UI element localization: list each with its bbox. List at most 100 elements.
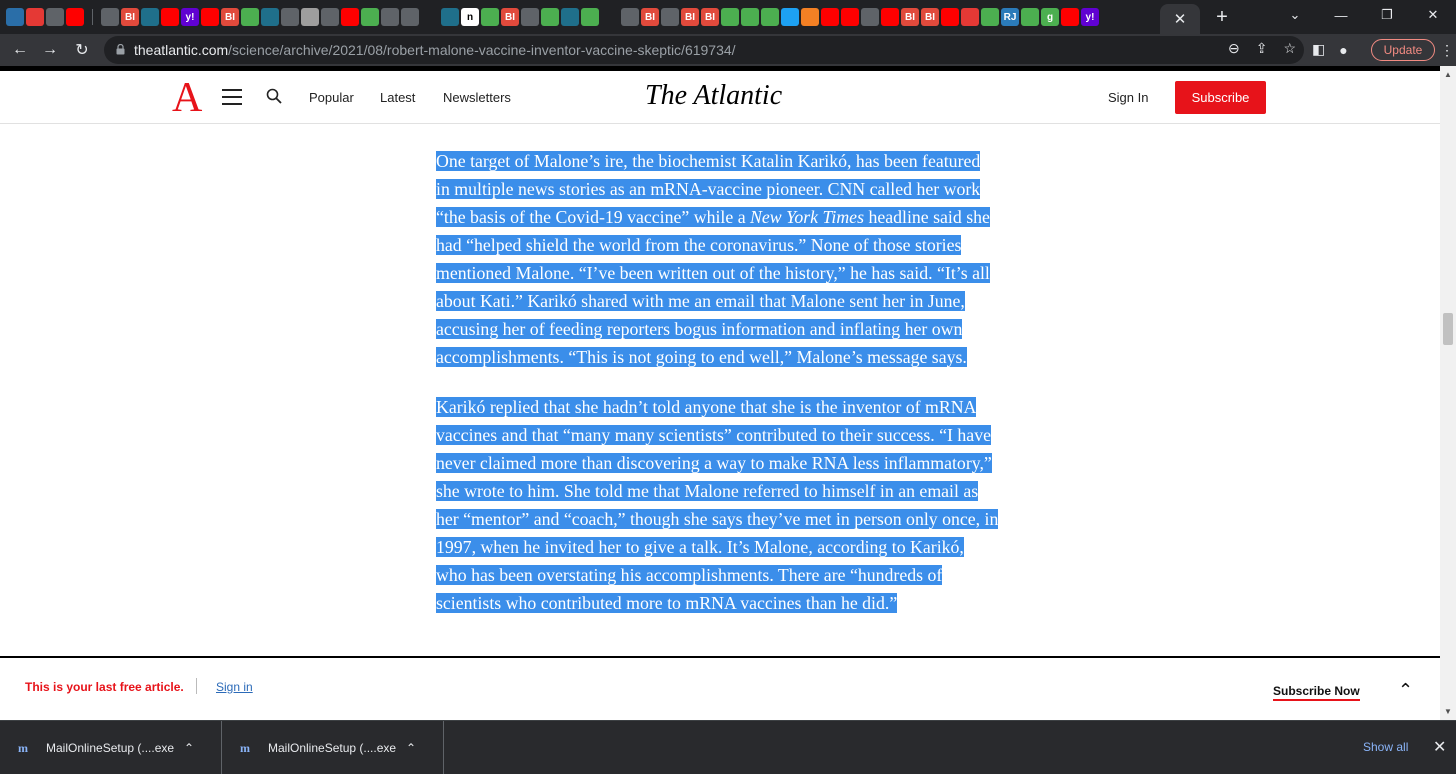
scroll-up-icon[interactable]: ▲ — [1444, 70, 1452, 79]
forward-button[interactable]: → — [38, 38, 62, 62]
reload-button[interactable]: ↻ — [70, 38, 94, 62]
youtube-icon[interactable] — [941, 8, 959, 26]
grid-icon[interactable] — [301, 8, 319, 26]
download-item[interactable]: m MailOnlineSetup (....exe ⌃ — [222, 721, 444, 774]
arrow-icon[interactable] — [561, 8, 579, 26]
youtube-icon[interactable] — [341, 8, 359, 26]
site-brand[interactable]: The Atlantic — [645, 80, 782, 112]
bi-icon[interactable]: BI — [501, 8, 519, 26]
mic-icon[interactable] — [961, 8, 979, 26]
back-button[interactable]: ← — [8, 38, 32, 62]
atlantic-logo[interactable]: A — [172, 77, 202, 119]
nav-newsletters[interactable]: Newsletters — [443, 90, 511, 105]
globe-icon[interactable] — [861, 8, 879, 26]
mailonline-file-icon: m — [240, 741, 250, 755]
show-all-downloads-link[interactable]: Show all — [1363, 740, 1408, 754]
subscribe-now-link[interactable]: Subscribe Now — [1273, 684, 1360, 701]
play-icon[interactable] — [721, 8, 739, 26]
youtube-icon[interactable] — [66, 8, 84, 26]
globe-icon[interactable] — [101, 8, 119, 26]
selected-text: accomplishments. “This is not going to e… — [436, 347, 967, 367]
page-scrollbar[interactable]: ▲ ▼ — [1440, 66, 1456, 720]
flower-icon[interactable] — [26, 8, 44, 26]
update-button[interactable]: Update — [1371, 39, 1435, 61]
address-bar[interactable]: theatlantic.com/science/archive/2021/08/… — [104, 36, 1304, 64]
globe-icon[interactable] — [441, 8, 459, 26]
play-icon[interactable] — [361, 8, 379, 26]
bi-icon[interactable]: BI — [921, 8, 939, 26]
scroll-thumb[interactable] — [1443, 313, 1453, 345]
bleacher-icon[interactable] — [6, 8, 24, 26]
bookmark-star-icon[interactable]: ☆ — [1283, 40, 1296, 57]
youtube-icon[interactable] — [201, 8, 219, 26]
g-icon[interactable]: g — [1041, 8, 1059, 26]
rj-icon[interactable]: RJ — [1001, 8, 1019, 26]
arrow-icon[interactable] — [281, 8, 299, 26]
close-downloads-icon[interactable]: ✕ — [1433, 737, 1446, 757]
search-icon[interactable] — [266, 88, 282, 104]
arrow-icon[interactable] — [401, 8, 419, 26]
scroll-down-icon[interactable]: ▼ — [1444, 707, 1452, 716]
play-icon[interactable] — [981, 8, 999, 26]
menu-kebab-icon[interactable]: ⋮ — [1440, 42, 1454, 59]
globe-icon[interactable] — [46, 8, 64, 26]
youtube-icon[interactable] — [1061, 8, 1079, 26]
bi-icon[interactable]: BI — [641, 8, 659, 26]
new-tab-button[interactable]: + — [1210, 6, 1234, 28]
globe-icon[interactable] — [141, 8, 159, 26]
text-line: One target of Malone’s ire, the biochemi… — [436, 147, 1036, 175]
youtube-icon[interactable] — [881, 8, 899, 26]
search-icon[interactable] — [421, 8, 439, 26]
active-tab[interactable]: ✕ — [1160, 4, 1200, 34]
download-item[interactable]: m MailOnlineSetup (....exe ⌃ — [0, 721, 222, 774]
bi-icon[interactable]: BI — [221, 8, 239, 26]
chevron-up-icon[interactable]: ⌃ — [406, 741, 416, 755]
bi-icon[interactable]: BI — [701, 8, 719, 26]
tab-search-icon[interactable]: ⌄ — [1272, 0, 1318, 30]
restore-button[interactable]: ❐ — [1364, 0, 1410, 30]
selected-text: One target of Malone’s ire, the biochemi… — [436, 151, 981, 171]
chevron-up-icon[interactable]: ⌃ — [1398, 680, 1413, 701]
twitter-icon[interactable] — [781, 8, 799, 26]
stack-icon[interactable] — [801, 8, 819, 26]
subscribe-button[interactable]: Subscribe — [1175, 81, 1266, 114]
sign-in-link[interactable]: Sign In — [1108, 90, 1148, 105]
bi-icon[interactable]: BI — [121, 8, 139, 26]
globe-icon[interactable] — [381, 8, 399, 26]
zoom-icon[interactable]: ⊖ — [1228, 40, 1240, 57]
chevron-up-icon[interactable]: ⌃ — [184, 741, 194, 755]
play-icon[interactable] — [541, 8, 559, 26]
play-icon[interactable] — [761, 8, 779, 26]
play-icon[interactable] — [481, 8, 499, 26]
paywall-sign-in-link[interactable]: Sign in — [216, 680, 253, 694]
play-icon[interactable] — [241, 8, 259, 26]
globe-icon[interactable] — [521, 8, 539, 26]
yahoo-icon[interactable]: y! — [1081, 8, 1099, 26]
close-tab-icon[interactable]: ✕ — [1174, 10, 1187, 28]
globe-icon[interactable] — [321, 8, 339, 26]
minimize-button[interactable]: — — [1318, 0, 1364, 30]
youtube-icon[interactable] — [841, 8, 859, 26]
play-icon[interactable] — [741, 8, 759, 26]
nav-popular[interactable]: Popular — [309, 90, 354, 105]
bi-icon[interactable]: BI — [901, 8, 919, 26]
yahoo-icon[interactable]: y! — [181, 8, 199, 26]
menu-icon[interactable] — [222, 89, 242, 105]
profile-icon[interactable]: ● — [1339, 42, 1347, 58]
bi-icon[interactable]: BI — [681, 8, 699, 26]
youtube-icon[interactable] — [161, 8, 179, 26]
selected-text: 1997, when he invited her to give a talk… — [436, 537, 964, 557]
n-icon[interactable]: n — [461, 8, 479, 26]
nav-latest[interactable]: Latest — [380, 90, 415, 105]
arrow-icon[interactable] — [621, 8, 639, 26]
play-icon[interactable] — [1021, 8, 1039, 26]
side-panel-icon[interactable]: ◧ — [1312, 41, 1325, 58]
close-window-button[interactable]: ✕ — [1410, 0, 1456, 30]
globe-icon[interactable] — [261, 8, 279, 26]
play-icon[interactable] — [581, 8, 599, 26]
youtube-icon[interactable] — [821, 8, 839, 26]
selected-text: “the basis of the Covid-19 vaccine” whil… — [436, 207, 990, 227]
search-icon[interactable] — [601, 8, 619, 26]
atlantic-icon[interactable] — [661, 8, 679, 26]
share-icon[interactable]: ⇪ — [1256, 40, 1268, 57]
